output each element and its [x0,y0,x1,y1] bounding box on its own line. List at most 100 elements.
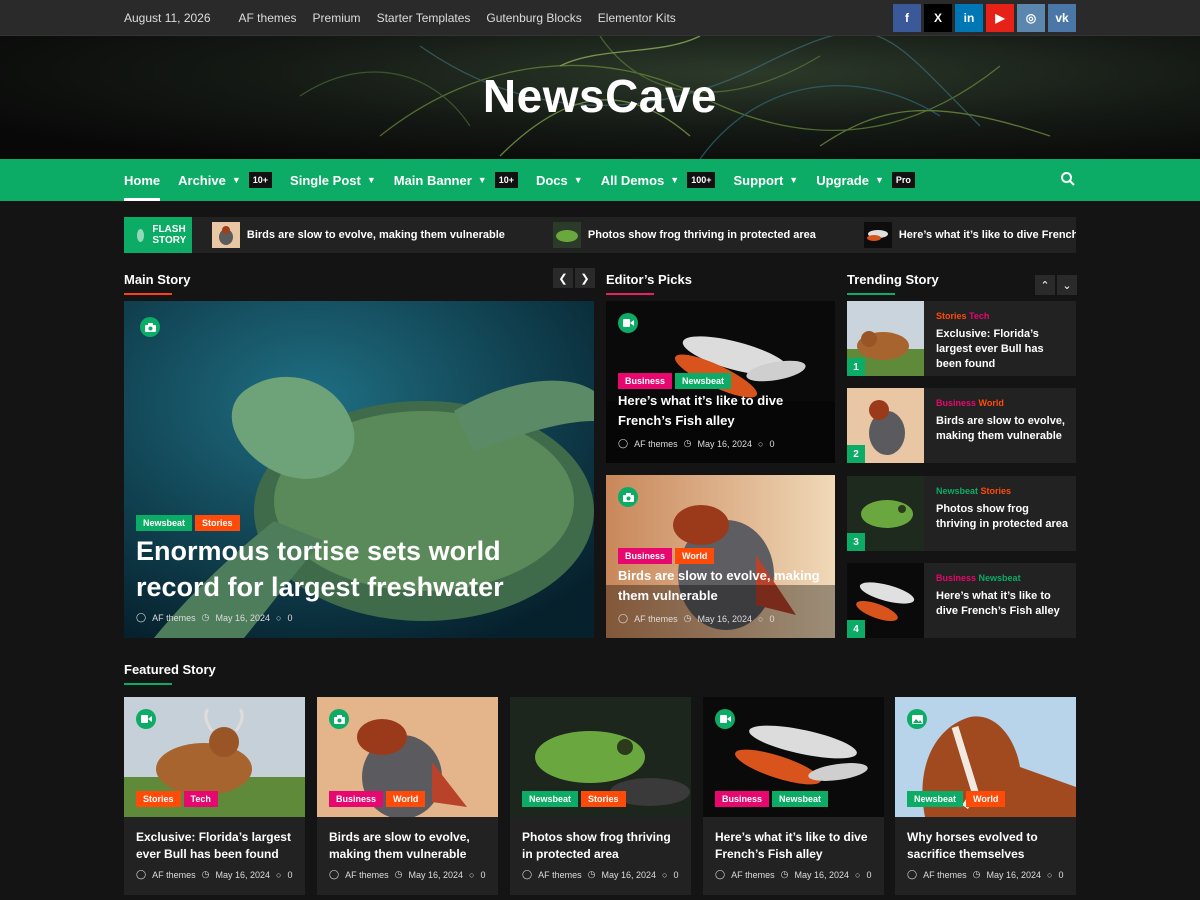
youtube-icon[interactable]: ▶ [986,4,1014,32]
facebook-icon[interactable]: f [893,4,921,32]
author[interactable]: AF themes [345,870,389,880]
category-link[interactable]: Stories [981,486,1012,496]
comment-icon: ○ [662,869,668,880]
post-title[interactable]: Here’s what it’s like to dive French’s F… [936,589,1071,619]
rank-number: 4 [847,620,865,638]
top-link-elementor-kits[interactable]: Elementor Kits [598,11,676,25]
nav-item-all-demos[interactable]: All Demos ▼ 100+ [601,159,716,201]
category-link[interactable]: Business [936,398,976,408]
nav-item-main-banner[interactable]: Main Banner ▼ 10+ [394,159,518,201]
post-title[interactable]: Birds are slow to evolve, making them vu… [936,414,1071,444]
featured-title: Featured Story [124,662,216,685]
chevron-down-icon[interactable]: ⌄ [1057,275,1077,295]
top-link-premium[interactable]: Premium [313,11,361,25]
category-link[interactable]: Stories [936,311,967,321]
editors-pick-card[interactable]: Business Newsbeat Here’s what it’s like t… [606,301,835,463]
vk-icon[interactable]: vk [1048,4,1076,32]
site-logo[interactable]: NewsCave [0,69,1200,123]
category-link[interactable]: Newsbeat [979,573,1021,583]
flash-item[interactable]: Birds are slow to evolve, making them vu… [211,222,505,248]
post-title[interactable]: Photos show frog thriving in protected a… [522,829,682,863]
category-badge[interactable]: Stories [195,515,240,531]
x-icon[interactable]: X [924,4,952,32]
category-link[interactable]: World [979,398,1004,408]
main-navigation: Home Archive ▼ 10+ Single Post ▼ Main Banne… [0,159,1200,201]
trending-item[interactable]: 2 Business World Birds are slow to evolv… [847,388,1076,463]
author[interactable]: AF themes [923,870,967,880]
post-title[interactable]: Exclusive: Florida’s largest ever Bull h… [936,327,1071,372]
flash-item[interactable]: Here’s what it’s like to dive French’s [863,222,1076,248]
category-link[interactable]: Business [936,573,976,583]
category-badge[interactable]: Business [618,373,673,389]
author[interactable]: AF themes [538,870,582,880]
post-title[interactable]: Exclusive: Florida’s largest ever Bull h… [136,829,296,863]
author[interactable]: AF themes [152,613,196,623]
category-link[interactable]: Tech [969,311,989,321]
flash-item[interactable]: Photos show frog thriving in protected a… [552,222,816,248]
featured-card[interactable]: Newsbeat World Why horses evolved to sacr… [895,697,1076,895]
main-story-card[interactable]: Newsbeat Stories Enormous tortise sets wo… [124,301,594,638]
author[interactable]: AF themes [152,870,196,880]
nav-item-upgrade[interactable]: Upgrade ▼ Pro [816,159,915,201]
featured-card[interactable]: Business Newsbeat Here’s what it’s like t… [703,697,884,895]
category-badge[interactable]: Stories [581,791,626,807]
main-story-headline[interactable]: Enormous tortise sets world record for l… [136,533,576,605]
category-badge[interactable]: Tech [183,791,218,807]
category-link[interactable]: Newsbeat [936,486,978,496]
category-badge[interactable]: Stories [136,791,181,807]
category-badge[interactable]: Business [715,791,770,807]
post-title[interactable]: Photos show frog thriving in protected a… [936,502,1071,532]
category-badge[interactable]: Newsbeat [522,791,579,807]
author[interactable]: AF themes [634,439,678,449]
category-badge[interactable]: Business [618,548,673,564]
category-badge[interactable]: World [966,791,1006,807]
featured-card[interactable]: Newsbeat Stories Photos show frog thrivin… [510,697,691,895]
clock-icon: ◷ [587,869,596,879]
category-badge[interactable]: Newsbeat [136,515,193,531]
post-title[interactable]: Why horses evolved to sacrifice themselv… [907,829,1067,863]
nav-item-home[interactable]: Home [124,159,161,201]
instagram-icon[interactable]: ◎ [1017,4,1045,32]
image-icon [907,709,927,729]
category-badge[interactable]: Newsbeat [772,791,829,807]
trending-title: Trending Story [847,272,939,295]
post-categories: Stories Tech [936,311,989,321]
post-meta: ◯ AF themes ◷ May 16, 2024 ○ 0 [715,869,871,880]
top-link-af-themes[interactable]: AF themes [239,11,297,25]
nav-item-support[interactable]: Support ▼ [733,159,798,201]
chevron-down-icon: ▼ [670,175,680,185]
trending-item[interactable]: 3 Newsbeat Stories Photos show frog thri… [847,476,1076,551]
nav-badge: 10+ [494,172,518,188]
search-icon[interactable] [1060,171,1076,187]
linkedin-icon[interactable]: in [955,4,983,32]
featured-card[interactable]: Business World Birds are slow to evolve, … [317,697,498,895]
trending-item[interactable]: 1 Stories Tech Exclusive: Florida’s larg… [847,301,1076,376]
chevron-up-icon[interactable]: ⌃ [1035,275,1055,295]
author[interactable]: AF themes [731,870,775,880]
nav-item-single-post[interactable]: Single Post ▼ [290,159,376,201]
top-link-starter-templates[interactable]: Starter Templates [377,11,471,25]
editors-pick-card[interactable]: Business World Birds are slow to evolve, … [606,475,835,638]
top-link-gutenburg-blocks[interactable]: Gutenburg Blocks [486,11,581,25]
post-title[interactable]: Birds are slow to evolve, making them vu… [329,829,489,863]
featured-card[interactable]: Stories Tech Exclusive: Florida’s largest… [124,697,305,895]
category-badge[interactable]: World [675,548,715,564]
top-links: AF themes Premium Starter Templates Gute… [239,11,676,25]
post-title[interactable]: Here’s what it’s like to dive French’s F… [715,829,875,863]
flash-story-label: FLASH STORY [124,217,192,253]
nav-item-archive[interactable]: Archive ▼ 10+ [178,159,273,201]
trending-item[interactable]: 4 Business Newsbeat Here’s what it’s lik… [847,563,1076,638]
post-title[interactable]: Birds are slow to evolve, making them vu… [618,566,828,606]
category-badge[interactable]: Newsbeat [907,791,964,807]
category-badge[interactable]: Business [329,791,384,807]
author[interactable]: AF themes [634,614,678,624]
post-meta: ◯ AF themes ◷ May 16, 2024 ○ 0 [136,869,292,880]
chevron-right-icon[interactable]: ❯ [575,268,595,288]
nav-item-docs[interactable]: Docs ▼ [536,159,583,201]
category-badge[interactable]: Newsbeat [675,373,732,389]
chevron-left-icon[interactable]: ❮ [553,268,573,288]
category-badge[interactable]: World [386,791,426,807]
clock-icon: ◷ [201,612,210,622]
post-title[interactable]: Here’s what it’s like to dive French’s F… [618,391,823,431]
flash-thumbnail-image [552,222,581,248]
